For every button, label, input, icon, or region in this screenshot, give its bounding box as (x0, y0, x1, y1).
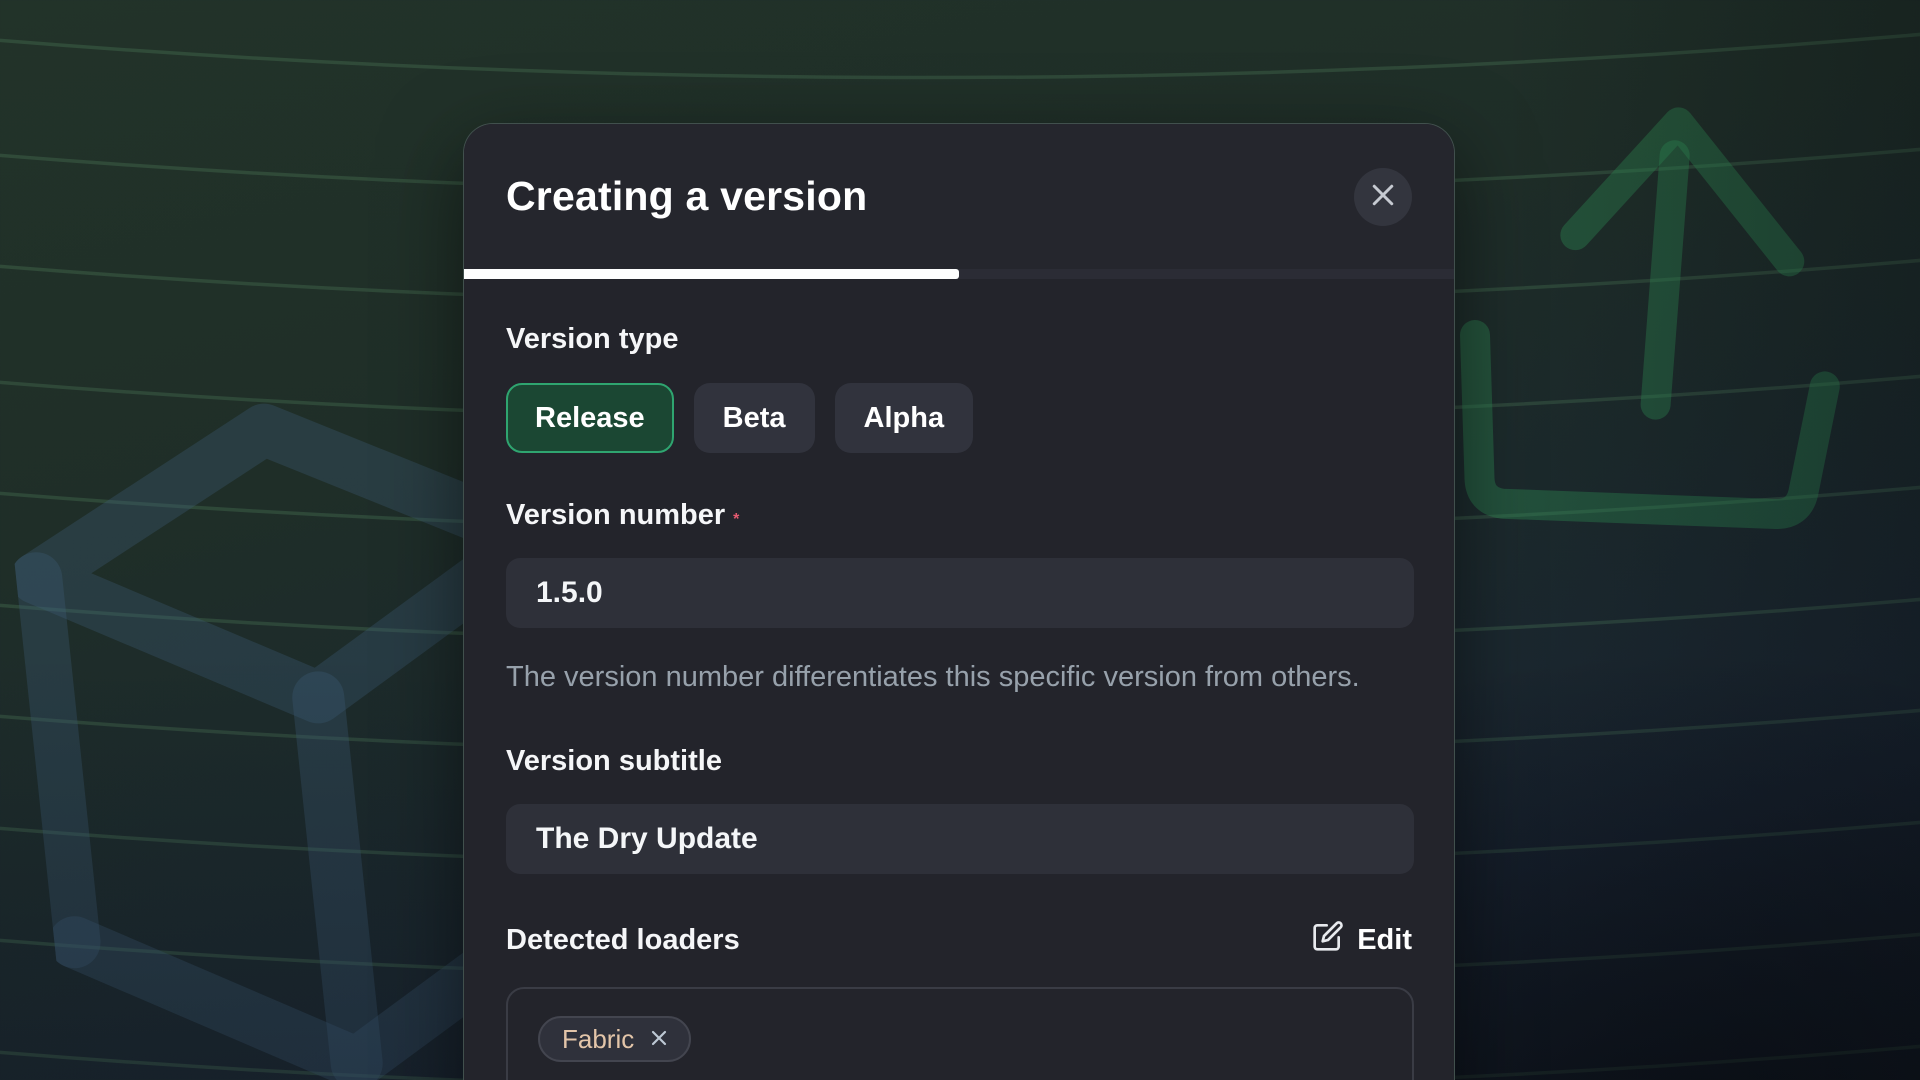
modal-title: Creating a version (506, 173, 867, 220)
remove-icon (647, 1026, 671, 1053)
required-asterisk: * (733, 511, 739, 528)
version-number-help: The version number differentiates this s… (506, 655, 1386, 699)
version-type-options: Release Beta Alpha (506, 383, 1412, 453)
close-button[interactable] (1354, 168, 1412, 226)
loader-chip-fabric: Fabric (538, 1016, 691, 1062)
loader-chip-label: Fabric (562, 1024, 634, 1055)
creating-version-modal: Creating a version Version type Release … (463, 123, 1455, 1080)
version-type-beta-button[interactable]: Beta (694, 383, 815, 453)
version-type-alpha-button[interactable]: Alpha (835, 383, 974, 453)
detected-loaders-box: Fabric (506, 987, 1414, 1080)
version-subtitle-label: Version subtitle (506, 745, 722, 777)
app-background: { "background": { "decor_icons": ["box-w… (0, 0, 1920, 1080)
edit-label: Edit (1357, 924, 1412, 957)
detected-loaders-label: Detected loaders (506, 924, 740, 957)
progress-bar (464, 269, 1454, 279)
square-pen-icon (1312, 920, 1344, 960)
version-number-label: Version number (506, 499, 725, 531)
modal-body: Version type Release Beta Alpha Version … (464, 279, 1454, 1080)
version-subtitle-input[interactable] (506, 804, 1414, 874)
version-type-label: Version type (506, 323, 1412, 356)
version-type-release-button[interactable]: Release (506, 383, 674, 453)
modal-header: Creating a version (464, 124, 1454, 269)
progress-fill (464, 269, 959, 279)
upload-arrow-icon (1442, 79, 1888, 600)
remove-loader-button[interactable] (647, 1026, 671, 1053)
close-icon (1368, 180, 1398, 213)
edit-loaders-button[interactable]: Edit (1312, 920, 1412, 960)
version-number-input[interactable] (506, 558, 1414, 628)
